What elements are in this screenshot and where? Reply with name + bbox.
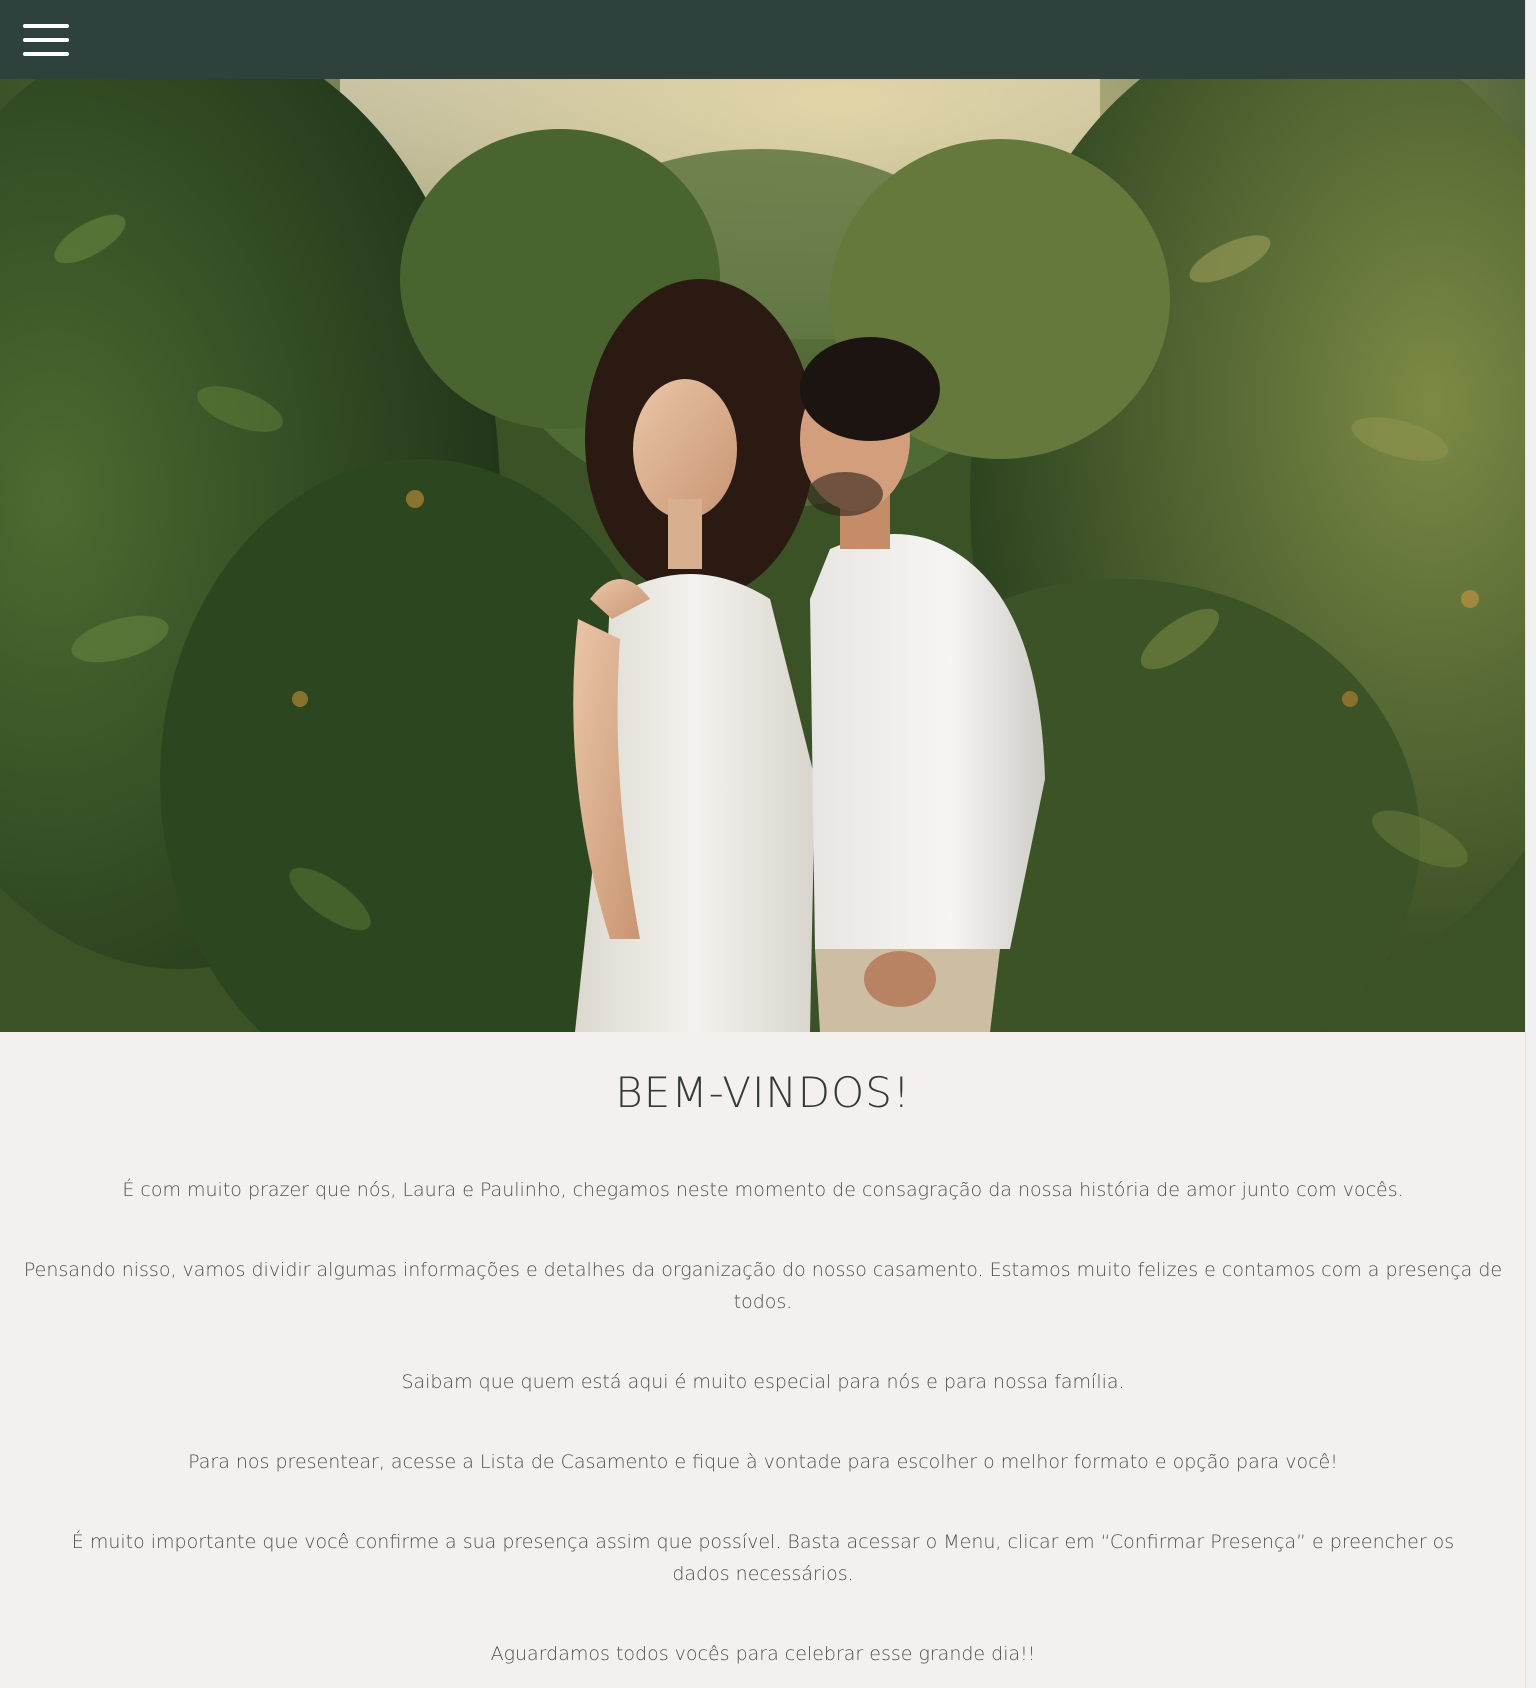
welcome-paragraph: Pensando nisso, vamos dividir algumas in… xyxy=(23,1259,1503,1314)
vertical-scrollbar[interactable] xyxy=(1525,0,1536,1688)
welcome-title: BEM-VINDOS! xyxy=(615,1068,911,1117)
welcome-paragraph: Aguardamos todos vocês para celebrar ess… xyxy=(490,1643,1036,1666)
welcome-paragraph: É com muito prazer que nós, Laura e Paul… xyxy=(122,1179,1404,1202)
welcome-paragraph: Saibam que quem está aqui é muito especi… xyxy=(401,1371,1125,1394)
welcome-paragraph: É muito importante que você confirme a s… xyxy=(71,1531,1455,1586)
top-navigation-bar xyxy=(0,0,1526,79)
welcome-paragraph: Para nos presentear, acesse a Lista de C… xyxy=(188,1451,1338,1474)
hero-couple-photo xyxy=(0,79,1526,1032)
hamburger-menu-icon[interactable] xyxy=(23,24,69,56)
welcome-section: BEM-VINDOS! É com muito prazer que nós, … xyxy=(0,1032,1526,1670)
page: BEM-VINDOS! É com muito prazer que nós, … xyxy=(0,0,1526,1688)
